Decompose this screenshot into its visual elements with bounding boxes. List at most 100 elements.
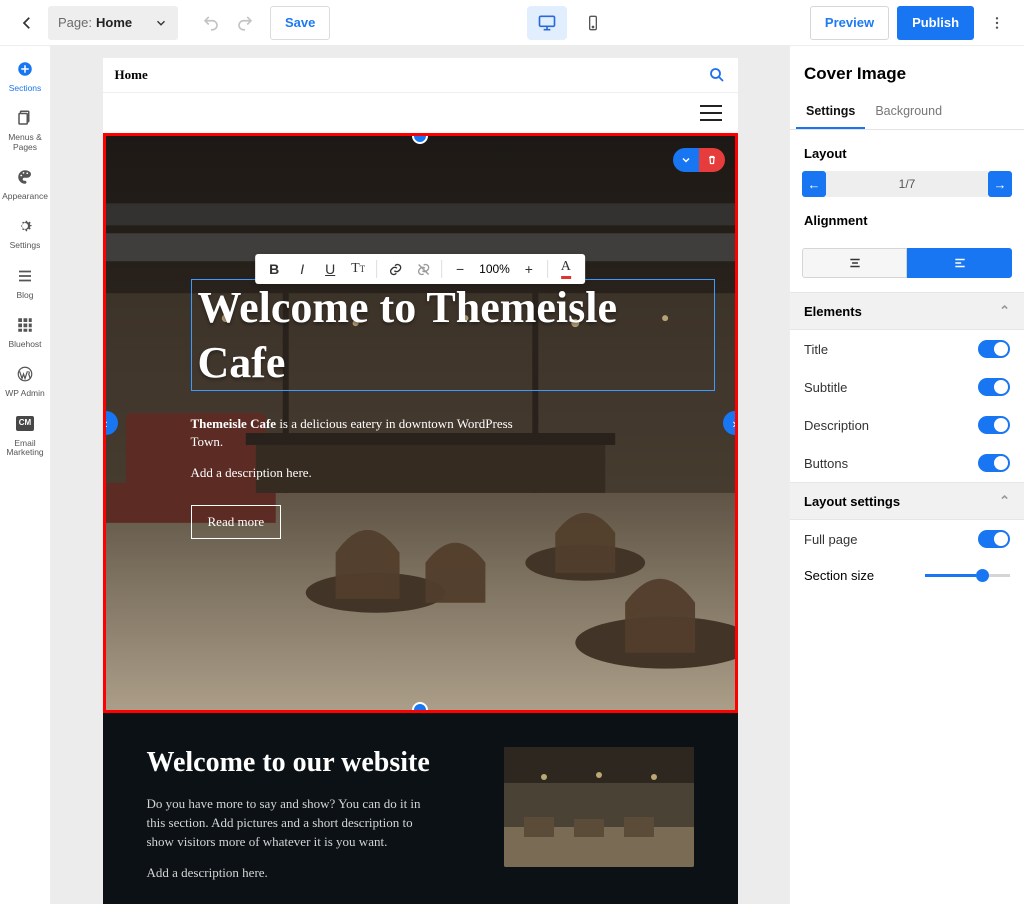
section2-p2[interactable]: Add a description here.	[147, 864, 427, 883]
undo-button[interactable]	[194, 6, 228, 40]
toggle-fullpage[interactable]	[978, 530, 1010, 548]
layout-next-button[interactable]: →	[988, 171, 1012, 197]
toggle-title-row: Title	[790, 330, 1024, 368]
toggle-label: Subtitle	[804, 380, 978, 395]
unlink-button[interactable]	[410, 257, 436, 281]
tab-background[interactable]: Background	[865, 94, 952, 129]
text-format-toolbar: B I U TT − 100% + A	[255, 254, 585, 284]
hero-subtitle[interactable]: Themeisle Cafe is a delicious eatery in …	[191, 415, 541, 451]
layout-stepper: ← 1/7 →	[790, 171, 1024, 197]
rail-label: WP Admin	[5, 389, 45, 398]
toggle-description[interactable]	[978, 416, 1010, 434]
hero-cover-section[interactable]: ‹ › B I U TT − 100% +	[103, 133, 738, 713]
canvas-area: Home	[51, 46, 789, 904]
bold-button[interactable]: B	[261, 257, 287, 281]
alignment-toggle	[790, 238, 1024, 292]
increase-size-button[interactable]: +	[516, 257, 542, 281]
canvas-header: Home	[103, 58, 738, 93]
delete-block-button[interactable]	[699, 148, 725, 172]
decrease-size-button[interactable]: −	[447, 257, 473, 281]
layout-value: 1/7	[826, 171, 988, 197]
properties-panel: Cover Image Settings Background Layout ←…	[789, 46, 1024, 904]
underline-button[interactable]: U	[317, 257, 343, 281]
publish-button[interactable]: Publish	[897, 6, 974, 40]
elements-accordion[interactable]: Elements ⌃	[790, 292, 1024, 330]
layoutsettings-label: Layout settings	[804, 494, 999, 509]
layoutsettings-accordion[interactable]: Layout settings ⌃	[790, 482, 1024, 520]
align-left-button[interactable]	[907, 248, 1012, 278]
toggle-label: Buttons	[804, 456, 978, 471]
hero-description[interactable]: Add a description here.	[191, 465, 715, 481]
elements-label: Elements	[804, 304, 999, 319]
block-toolbar	[673, 148, 725, 172]
rail-blog[interactable]: Blog	[1, 265, 50, 300]
resize-handle-bottom[interactable]	[412, 702, 428, 713]
blog-icon	[14, 265, 36, 287]
text-color-button[interactable]: A	[553, 257, 579, 281]
toggle-subtitle[interactable]	[978, 378, 1010, 396]
toggle-label: Description	[804, 418, 978, 433]
rail-label: Blog	[16, 291, 33, 300]
section-size-row: Section size	[790, 558, 1024, 601]
italic-button[interactable]: I	[289, 257, 315, 281]
rail-menus[interactable]: Menus & Pages	[1, 107, 50, 152]
search-icon[interactable]	[708, 66, 726, 84]
rail-settings[interactable]: Settings	[1, 215, 50, 250]
toggle-label: Title	[804, 342, 978, 357]
page-selector-value: Home	[96, 15, 154, 30]
rail-label: Menus & Pages	[1, 133, 50, 152]
rail-email[interactable]: CM Email Marketing	[1, 413, 50, 458]
toggle-label: Full page	[804, 532, 978, 547]
rail-label: Sections	[9, 84, 42, 93]
back-button[interactable]	[10, 6, 44, 40]
section2-image[interactable]	[504, 747, 694, 867]
page-canvas[interactable]: Home	[103, 58, 738, 892]
toggle-subtitle-row: Subtitle	[790, 368, 1024, 406]
bluehost-icon	[14, 314, 36, 336]
more-menu-button[interactable]	[980, 6, 1014, 40]
mobile-view-button[interactable]	[573, 6, 613, 40]
toggle-fullpage-row: Full page	[790, 520, 1024, 558]
canvas-nav	[103, 93, 738, 133]
email-icon: CM	[14, 413, 36, 435]
desktop-view-button[interactable]	[527, 6, 567, 40]
rail-appearance[interactable]: Appearance	[1, 166, 50, 201]
hero-subtitle-bold: Themeisle Cafe	[191, 416, 277, 431]
rail-bluehost[interactable]: Bluehost	[1, 314, 50, 349]
chevron-up-icon: ⌃	[999, 303, 1010, 319]
rail-wpadmin[interactable]: WP Admin	[1, 363, 50, 398]
collapse-block-button[interactable]	[673, 148, 699, 172]
sections-icon	[14, 58, 36, 80]
toggle-buttons-row: Buttons	[790, 444, 1024, 482]
section-size-slider[interactable]	[925, 574, 1010, 577]
panel-title: Cover Image	[790, 46, 1024, 94]
link-button[interactable]	[382, 257, 408, 281]
toggle-description-row: Description	[790, 406, 1024, 444]
hero-readmore-button[interactable]: Read more	[191, 505, 282, 539]
preview-button[interactable]: Preview	[810, 6, 889, 40]
hero-content: Welcome to Themeisle Cafe Themeisle Cafe…	[191, 279, 715, 539]
settings-icon	[14, 215, 36, 237]
font-size-value: 100%	[475, 262, 514, 276]
text-style-button[interactable]: TT	[345, 257, 371, 281]
welcome-section[interactable]: Welcome to our website Do you have more …	[103, 713, 738, 904]
section2-title[interactable]: Welcome to our website	[147, 747, 484, 779]
redo-button[interactable]	[228, 6, 262, 40]
rail-sections[interactable]: Sections	[1, 58, 50, 93]
toggle-buttons[interactable]	[978, 454, 1010, 472]
appearance-icon	[14, 166, 36, 188]
save-button[interactable]: Save	[270, 6, 330, 40]
toggle-title[interactable]	[978, 340, 1010, 358]
section2-p1[interactable]: Do you have more to say and show? You ca…	[147, 795, 427, 852]
layout-label: Layout	[790, 130, 1024, 171]
wpadmin-icon	[14, 363, 36, 385]
menus-icon	[14, 107, 36, 129]
page-selector[interactable]: Page: Home	[48, 6, 178, 40]
layout-prev-button[interactable]: ←	[802, 171, 826, 197]
hero-title[interactable]: Welcome to Themeisle Cafe	[191, 279, 715, 391]
rail-label: Settings	[10, 241, 41, 250]
hamburger-icon[interactable]	[700, 105, 722, 121]
tab-settings[interactable]: Settings	[796, 94, 865, 129]
align-center-button[interactable]	[802, 248, 907, 278]
rail-label: Email Marketing	[1, 439, 50, 458]
